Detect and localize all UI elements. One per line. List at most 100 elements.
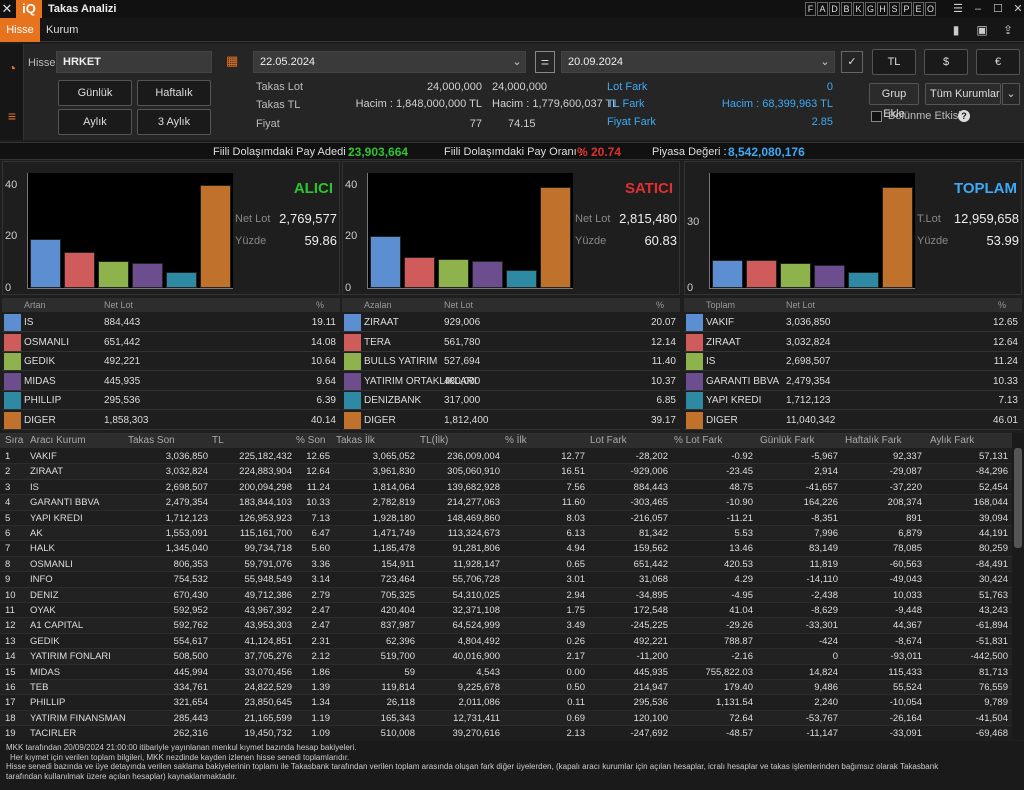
table-row[interactable]: 9 INFO 754,532 55,948,549 3.14 723,464 55,706,… <box>0 572 1012 588</box>
check-icon[interactable]: ✓ <box>841 51 863 73</box>
table-row[interactable]: 16 TEB 334,761 24,822,529 1.39 119,814 9,225,6… <box>0 680 1012 696</box>
table-row[interactable]: 19 TACIRLER 262,316 19,450,732 1.09 510,008 39… <box>0 726 1012 742</box>
table-row[interactable]: DIGER 1,858,303 40.14 <box>2 411 340 430</box>
column-header[interactable]: Sıra <box>5 434 23 448</box>
shortcut-p[interactable]: P <box>901 2 912 16</box>
table-row[interactable]: 12 A1 CAPITAL 592,762 43,953,303 2.47 837,987… <box>0 618 1012 634</box>
minimize-icon[interactable]: – <box>970 1 986 17</box>
chevron-down-icon[interactable]: ⌄ <box>816 51 834 73</box>
close-icon[interactable]: ✕ <box>0 0 14 18</box>
table-cell: 0.50 <box>566 682 586 693</box>
table-row[interactable]: 2 ZIRAAT 3,032,824 224,883,904 12.64 3,961,83… <box>0 464 1012 480</box>
table-row[interactable]: DENIZBANK 317,000 6.85 <box>342 391 680 411</box>
menu-lines-icon[interactable]: ☰ <box>950 1 966 17</box>
table-row[interactable]: 17 PHILLIP 321,654 23,850,645 1.34 26,118 2,01… <box>0 695 1012 711</box>
help-icon[interactable]: ? <box>958 110 970 122</box>
pie-chart-icon[interactable]: ◔ <box>4 60 20 76</box>
table-row[interactable]: GEDIK 492,221 10.64 <box>2 352 340 372</box>
table-row[interactable]: BULLS YATIRIM 527,694 11.40 <box>342 352 680 372</box>
shortcut-d[interactable]: D <box>829 2 840 16</box>
table-cell: 2,479,354 <box>165 497 208 509</box>
table-row[interactable]: 10 DENIZ 670,430 49,712,386 2.79 705,325 54,31… <box>0 587 1012 603</box>
table-row[interactable]: 11 OYAK 592,952 43,967,392 2.47 420,404 32,371… <box>0 603 1012 619</box>
table-row[interactable]: IS 884,443 19.11 <box>2 313 340 332</box>
table-row[interactable]: 18 YATIRIM FINANSMAN 285,443 21,165,599 1.19… <box>0 710 1012 727</box>
shortcut-s[interactable]: S <box>889 2 900 16</box>
table-row[interactable]: 6 AK 1,553,091 115,161,700 6.47 1,471,749 113,… <box>0 526 1012 542</box>
column-header[interactable]: % Lot Fark <box>674 434 722 448</box>
table-header: Toplam Net Lot% <box>684 298 1022 312</box>
chevron-down-icon[interactable]: ⌄ <box>1002 83 1020 105</box>
shortcut-h[interactable]: H <box>877 2 888 16</box>
table-row[interactable]: ZIRAAT 3,032,824 12.64 <box>684 333 1022 352</box>
currency-eur-button[interactable]: € <box>976 49 1020 75</box>
save-icon[interactable]: ▣ <box>974 22 990 38</box>
window-close-icon[interactable]: ✕ <box>1010 1 1024 17</box>
export-icon[interactable]: ⇪ <box>1000 22 1016 38</box>
table-row[interactable]: DIGER 1,812,400 39.17 <box>342 411 680 430</box>
table-row[interactable]: YAPI KREDI 1,712,123 7.13 <box>684 391 1022 411</box>
menu-kurum-tab[interactable]: Kurum <box>46 18 78 42</box>
menu-hisse-tab[interactable]: Hisse <box>0 18 40 42</box>
table-row[interactable]: 14 YATIRIM FONLARI 508,500 37,705,276 2.12 51… <box>0 649 1012 665</box>
column-header[interactable]: Günlük Fark <box>760 434 814 448</box>
table-row[interactable]: 4 GARANTI BBVA 2,479,354 183,844,103 10.33 2,… <box>0 495 1012 511</box>
hamburger-icon[interactable]: ≡ <box>4 108 20 124</box>
table-row[interactable]: 13 GEDIK 554,617 41,124,851 2.31 62,396 4,804,… <box>0 634 1012 650</box>
column-header[interactable]: Haftalık Fark <box>845 434 902 448</box>
tum-kurumlar-select[interactable]: Tüm Kurumlar <box>925 83 1001 105</box>
table-row[interactable]: 3 IS 2,698,507 200,094,298 11.24 1,814,064 139… <box>0 480 1012 496</box>
bolunme-checkbox[interactable] <box>871 111 882 122</box>
table-row[interactable]: ZIRAAT 929,006 20.07 <box>342 313 680 332</box>
table-row[interactable]: 7 HALK 1,345,040 99,734,718 5.60 1,185,478 91,… <box>0 541 1012 557</box>
uc-aylik-button[interactable]: 3 Aylık <box>137 109 211 135</box>
column-header[interactable]: Aracı Kurum <box>30 434 86 448</box>
shortcut-f[interactable]: F <box>805 2 816 16</box>
shortcut-e[interactable]: E <box>913 2 924 16</box>
aylik-button[interactable]: Aylık <box>58 109 132 135</box>
column-header[interactable]: TL <box>212 434 224 448</box>
column-header[interactable]: Takas Son <box>128 434 175 448</box>
table-row[interactable]: 5 YAPI KREDI 1,712,123 126,953,923 7.13 1,928… <box>0 511 1012 526</box>
column-header[interactable]: Lot Fark <box>590 434 627 448</box>
bar-chart-icon[interactable]: ▮ <box>948 22 964 38</box>
column-header[interactable]: % Son <box>296 434 325 448</box>
haftalik-button[interactable]: Haftalık <box>137 80 211 106</box>
calendar-icon[interactable]: ▦ <box>226 53 242 69</box>
table-row[interactable]: MIDAS 445,935 9.64 <box>2 372 340 391</box>
table-row[interactable]: YATIRIM ORTAKLIKLARI 480,000 10.37 <box>342 372 680 391</box>
shortcut-g[interactable]: G <box>865 2 876 16</box>
table-row[interactable]: PHILLIP 295,536 6.39 <box>2 391 340 411</box>
table-row[interactable]: 15 MIDAS 445,994 33,070,456 1.86 59 4,543 0.00 4… <box>0 665 1012 680</box>
scrollbar-thumb[interactable] <box>1014 448 1022 548</box>
shortcut-o[interactable]: O <box>925 2 936 16</box>
currency-tl-button[interactable]: TL <box>872 49 916 75</box>
table-cell: 9,225,678 <box>457 682 500 693</box>
date-to-input[interactable]: 20.09.2024 <box>561 51 835 73</box>
table-row[interactable]: OSMANLI 651,442 14.08 <box>2 333 340 352</box>
column-header[interactable]: Takas İlk <box>336 434 375 448</box>
table-cell: 3.49 <box>566 620 586 632</box>
column-header[interactable]: % İlk <box>505 434 527 448</box>
table-row[interactable]: TERA 561,780 12.14 <box>342 333 680 352</box>
column-header[interactable]: TL(İlk) <box>420 434 448 448</box>
table-cell: 806,353 <box>173 558 208 570</box>
equals-button[interactable]: = <box>535 51 555 73</box>
maximize-icon[interactable]: ☐ <box>990 1 1006 17</box>
shortcut-b[interactable]: B <box>841 2 852 16</box>
column-header[interactable]: Aylık Fark <box>930 434 974 448</box>
table-row[interactable]: 1 VAKIF 3,036,850 225,182,432 12.65 3,065,052… <box>0 449 1012 465</box>
gunluk-button[interactable]: Günlük <box>58 80 132 106</box>
date-from-input[interactable]: 22.05.2024 <box>253 51 526 73</box>
hisse-input[interactable]: HRKET <box>56 51 212 73</box>
table-row[interactable]: 8 OSMANLI 806,353 59,791,076 3.36 154,911 11,9… <box>0 556 1012 573</box>
shortcut-a[interactable]: A <box>817 2 828 16</box>
shortcut-k[interactable]: K <box>853 2 864 16</box>
grup-ekle-button[interactable]: Grup Ekle <box>869 83 919 120</box>
table-row[interactable]: GARANTI BBVA 2,479,354 10.33 <box>684 372 1022 391</box>
currency-usd-button[interactable]: $ <box>924 49 968 75</box>
table-row[interactable]: VAKIF 3,036,850 12.65 <box>684 313 1022 332</box>
table-row[interactable]: DIGER 11,040,342 46.01 <box>684 411 1022 430</box>
table-row[interactable]: IS 2,698,507 11.24 <box>684 352 1022 372</box>
chevron-down-icon[interactable]: ⌄ <box>508 51 526 73</box>
